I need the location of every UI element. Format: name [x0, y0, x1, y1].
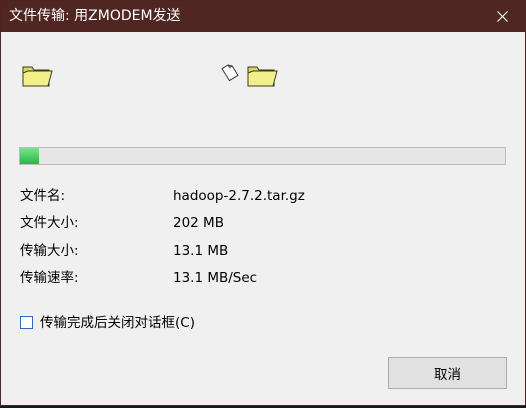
close-after-transfer-checkbox[interactable] — [20, 316, 33, 329]
document-icon — [221, 64, 239, 82]
close-after-transfer-label[interactable]: 传输完成后关闭对话框(C) — [40, 315, 195, 331]
close-icon — [496, 11, 508, 22]
destination-folder-icon — [247, 66, 278, 87]
file-size-value: 202 MB — [173, 215, 224, 231]
title-bar[interactable]: 文件传输: 用ZMODEM发送 — [1, 1, 525, 32]
file-name-value: hadoop-2.7.2.tar.gz — [173, 188, 305, 204]
file-transfer-dialog: 文件传输: 用ZMODEM发送 文件名: hadoop-2.7.2.tar.gz… — [0, 0, 526, 406]
transfer-rate-value: 13.1 MB/Sec — [173, 270, 258, 286]
transfer-progress-fill — [20, 148, 40, 164]
cancel-button[interactable]: 取消 — [388, 357, 507, 389]
transfer-progress-bar — [19, 147, 506, 165]
window-title: 文件传输: 用ZMODEM发送 — [9, 8, 181, 24]
cancel-button-label: 取消 — [434, 367, 461, 383]
file-name-label: 文件名: — [20, 188, 66, 204]
transfer-rate-label: 传输速率: — [20, 270, 79, 286]
transferred-size-value: 13.1 MB — [173, 243, 229, 259]
close-button[interactable] — [479, 1, 525, 32]
source-folder-icon — [22, 66, 53, 87]
file-size-label: 文件大小: — [20, 215, 79, 231]
transferred-size-label: 传输大小: — [20, 243, 79, 259]
